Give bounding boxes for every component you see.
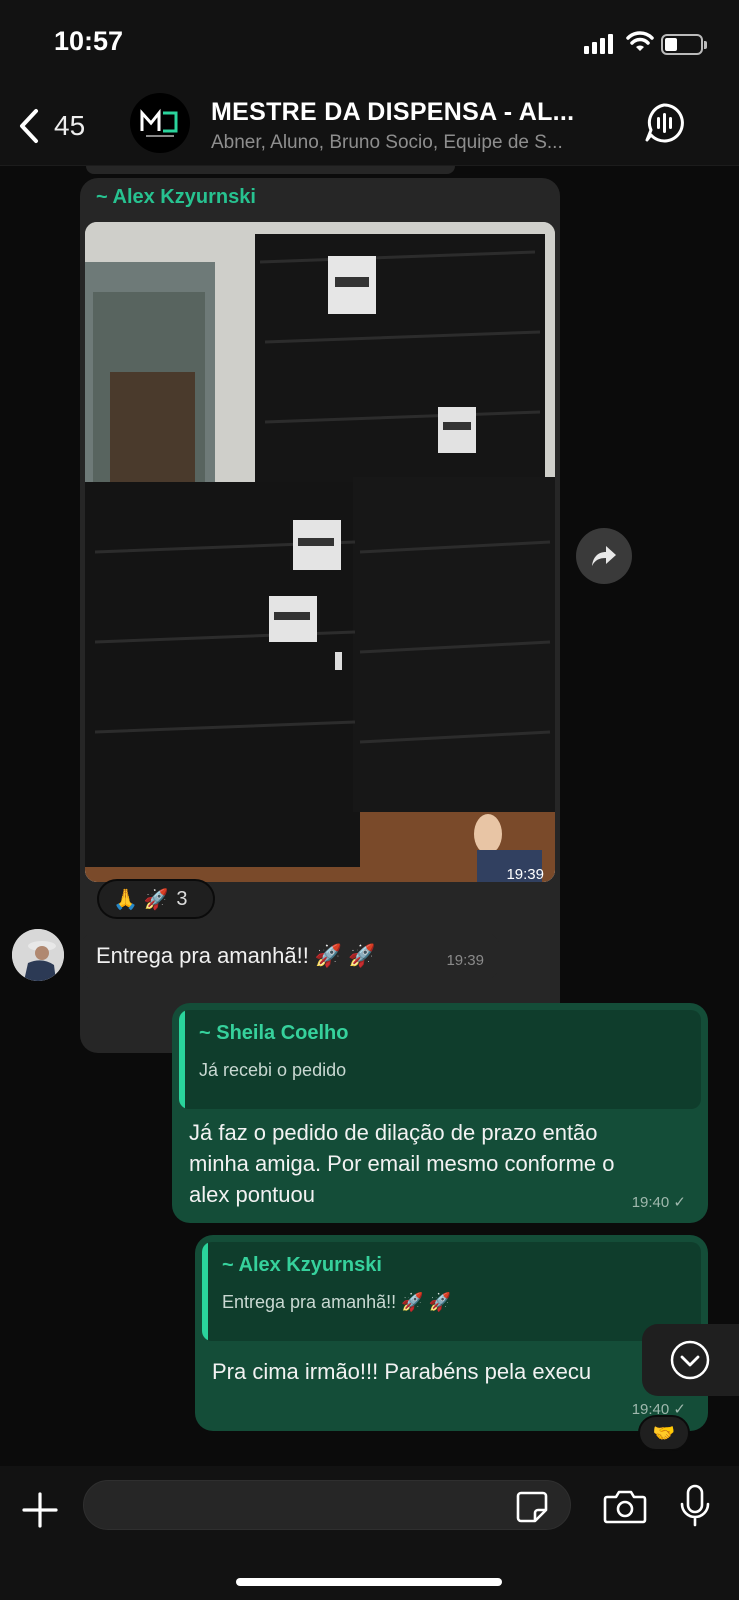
user-photo-icon xyxy=(12,929,64,981)
wifi-icon xyxy=(626,31,654,51)
message-time: 19:40 ✓ xyxy=(632,1193,686,1211)
battery-icon xyxy=(661,34,707,55)
outgoing-reply-message[interactable]: ~ Sheila Coelho Já recebi o pedido Já fa… xyxy=(172,1003,708,1223)
messages-list[interactable]: ~ Alex Kzyurnski 19:39 🙏 🚀 3 Entrega pra… xyxy=(0,166,739,1466)
back-button[interactable]: 45 xyxy=(18,106,108,146)
message-composer xyxy=(0,1466,739,1600)
camera-icon[interactable] xyxy=(603,1488,647,1524)
status-bar: 10:57 xyxy=(0,0,739,90)
quote-bar xyxy=(202,1242,208,1341)
sticker-icon[interactable] xyxy=(515,1490,549,1524)
scroll-to-bottom-button[interactable] xyxy=(642,1324,739,1396)
unread-count: 45 xyxy=(54,110,86,141)
plus-icon[interactable] xyxy=(20,1490,60,1530)
forward-button[interactable] xyxy=(576,528,632,584)
stacked-boxes-illustration xyxy=(85,222,555,882)
incoming-message[interactable]: Entrega pra amanhã!! 🚀 🚀 19:39 xyxy=(80,931,500,981)
status-time: 10:57 xyxy=(54,26,124,56)
message-text: Pra cima irmão!!! Parabéns pela execu xyxy=(212,1359,592,1384)
group-title[interactable]: MESTRE DA DISPENSA - AL... xyxy=(211,98,574,127)
message-line: alex pontuou xyxy=(189,1182,315,1207)
forward-arrow-icon xyxy=(592,546,616,566)
message-text: Entrega pra amanhã!! 🚀 🚀 xyxy=(96,943,376,968)
chevron-down-circle-icon xyxy=(670,1340,710,1380)
cellular-signal-icon xyxy=(584,34,616,54)
quoted-message[interactable]: ~ Alex Kzyurnski Entrega pra amanhã!! 🚀 … xyxy=(202,1242,701,1341)
quote-text: Entrega pra amanhã!! 🚀 🚀 xyxy=(222,1292,451,1312)
quoted-message[interactable]: ~ Sheila Coelho Já recebi o pedido xyxy=(179,1010,701,1109)
microphone-icon[interactable] xyxy=(678,1484,712,1528)
quote-sender: ~ Sheila Coelho xyxy=(199,1022,349,1044)
group-members[interactable]: Abner, Aluno, Bruno Socio, Equipe de S..… xyxy=(211,132,631,154)
message-input[interactable] xyxy=(83,1480,571,1530)
quote-text: Já recebi o pedido xyxy=(199,1060,347,1080)
time-text: 19:40 xyxy=(631,1194,670,1211)
quote-sender: ~ Alex Kzyurnski xyxy=(222,1254,382,1276)
message-reactions[interactable]: 🙏 🚀 3 xyxy=(97,879,215,919)
outgoing-reply-message[interactable]: ~ Alex Kzyurnski Entrega pra amanhã!! 🚀 … xyxy=(195,1235,708,1431)
check-icon: ✓ xyxy=(673,1194,686,1211)
message-text: Já faz o pedido de dilação de prazo entã… xyxy=(189,1117,699,1210)
message-line: minha amiga. Por email mesmo conforme o xyxy=(189,1151,615,1176)
previous-message-edge xyxy=(86,166,455,174)
message-time: 19:39 xyxy=(506,866,544,883)
message-time: 19:39 xyxy=(446,952,484,969)
chevron-left-icon xyxy=(20,109,38,143)
message-sender: ~ Alex Kzyurnski xyxy=(96,186,256,208)
group-logo-icon xyxy=(140,108,178,137)
group-avatar[interactable] xyxy=(130,93,190,153)
quote-bar xyxy=(179,1010,185,1109)
message-reaction[interactable]: 🤝 xyxy=(638,1415,690,1451)
home-indicator xyxy=(236,1578,502,1586)
message-line: Já faz o pedido de dilação de prazo entã… xyxy=(189,1120,598,1145)
photo-message[interactable]: ~ Alex Kzyurnski 19:39 xyxy=(80,178,560,1053)
audio-chat-icon[interactable] xyxy=(643,102,685,144)
reaction-count: 3 xyxy=(176,887,188,910)
sender-avatar[interactable] xyxy=(12,929,64,981)
photo-boxes-image[interactable] xyxy=(85,222,555,882)
chat-header: 45 MESTRE DA DISPENSA - AL... Abner, Alu… xyxy=(0,90,739,166)
reaction-emojis: 🙏 🚀 xyxy=(113,888,169,911)
